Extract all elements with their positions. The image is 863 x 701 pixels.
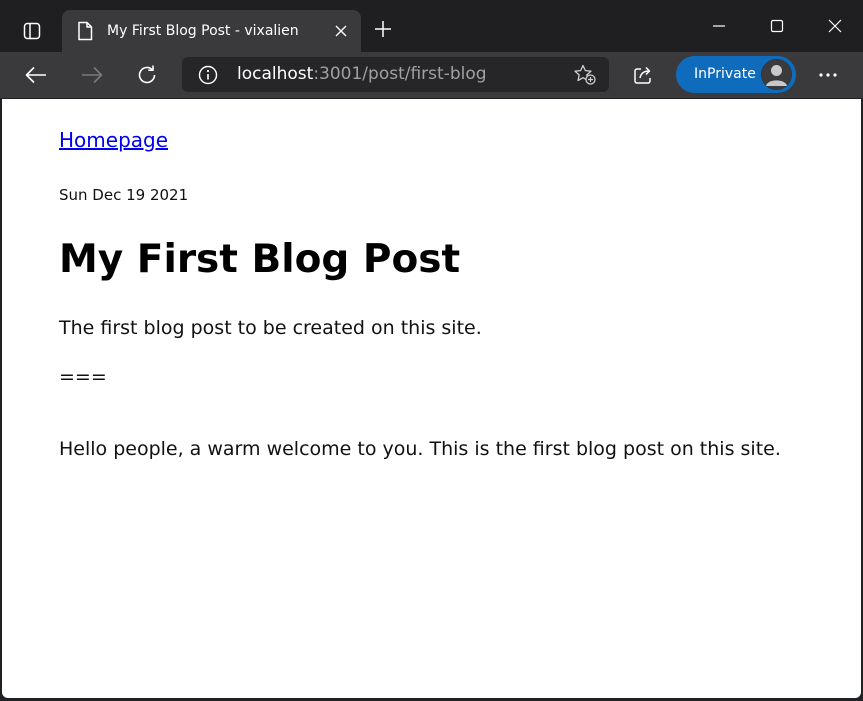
maximize-button[interactable] <box>754 10 800 42</box>
share-button[interactable] <box>630 61 658 89</box>
forward-arrow-icon <box>82 66 103 84</box>
back-arrow-icon <box>25 66 46 84</box>
tab-strip: My First Blog Post - vixalien <box>0 0 863 52</box>
post-paragraph: === <box>59 366 107 388</box>
new-tab-button[interactable] <box>368 14 398 44</box>
tab-actions-button[interactable] <box>14 14 50 48</box>
post-date: Sun Dec 19 2021 <box>59 186 189 204</box>
maximize-icon <box>770 19 784 33</box>
document-icon <box>78 21 93 41</box>
info-icon[interactable] <box>198 65 218 85</box>
window-close-button[interactable] <box>812 10 858 42</box>
star-add-icon <box>574 64 596 85</box>
url-host: localhost <box>237 64 314 84</box>
browser-window: My First Blog Post - vixalien localhost:… <box>0 0 863 701</box>
url-path: :3001/post/first-blog <box>313 64 487 84</box>
navigation-toolbar: localhost:3001/post/first-blog InPrivate <box>0 52 863 98</box>
inprivate-button[interactable]: InPrivate <box>676 56 796 93</box>
address-bar[interactable]: localhost:3001/post/first-blog <box>182 57 609 92</box>
back-button[interactable] <box>20 59 52 91</box>
refresh-button[interactable] <box>131 59 163 91</box>
inprivate-label: InPrivate <box>694 66 756 82</box>
url-text[interactable]: localhost:3001/post/first-blog <box>237 64 487 85</box>
page-content: Homepage Sun Dec 19 2021 My First Blog P… <box>2 99 861 698</box>
add-favorite-button[interactable] <box>573 64 597 86</box>
minimize-button[interactable] <box>696 10 742 42</box>
active-tab[interactable]: My First Blog Post - vixalien <box>62 10 361 52</box>
tab-close-button[interactable] <box>331 21 351 41</box>
post-paragraph: The first blog post to be created on thi… <box>59 317 482 339</box>
post-paragraph: Hello people, a warm welcome to you. Thi… <box>59 438 781 460</box>
plus-icon <box>375 21 391 37</box>
post-title: My First Blog Post <box>59 237 461 282</box>
more-options-button[interactable] <box>812 60 844 90</box>
ellipsis-icon <box>819 73 837 77</box>
profile-avatar-icon <box>761 59 792 90</box>
close-icon <box>828 19 842 33</box>
close-icon <box>335 25 347 37</box>
tab-title: My First Blog Post - vixalien <box>107 23 299 39</box>
tab-actions-icon <box>23 22 41 40</box>
forward-button[interactable] <box>76 59 108 91</box>
refresh-icon <box>138 65 156 84</box>
minimize-icon <box>713 25 725 27</box>
share-icon <box>634 66 651 84</box>
homepage-link[interactable]: Homepage <box>59 127 168 153</box>
